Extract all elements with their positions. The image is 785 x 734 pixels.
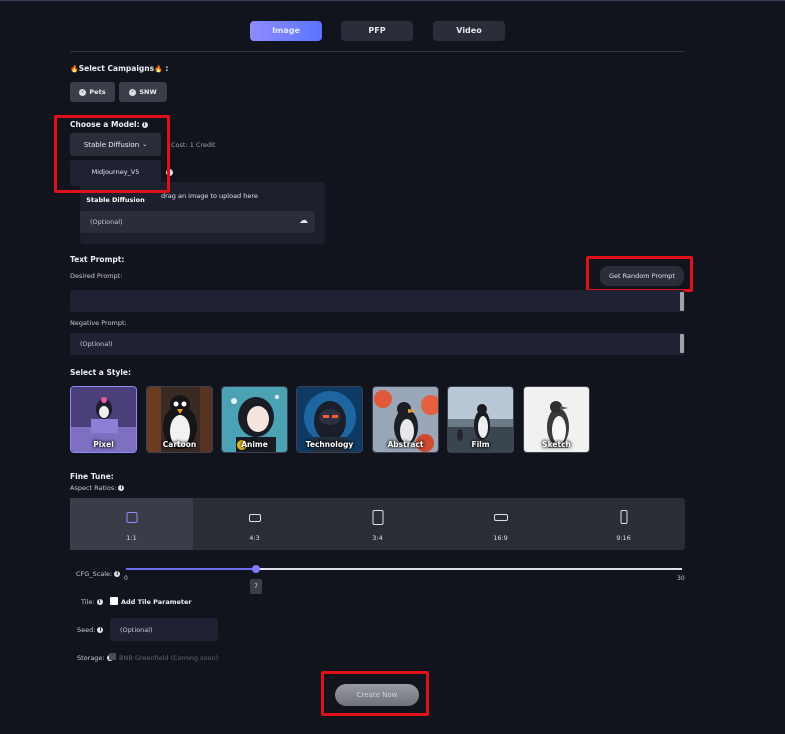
campaign-chip-pets[interactable]: ✓ Pets (70, 82, 115, 102)
cfg-value-tooltip: 7 (250, 579, 262, 594)
desired-prompt-input[interactable] (70, 290, 685, 312)
model-cost: Cost: 1 Credit (171, 141, 216, 149)
square-icon (126, 512, 137, 523)
style-card-sketch[interactable]: Sketch (523, 386, 590, 453)
highlight-random-box (586, 256, 693, 292)
seed-input[interactable]: (Optional) (110, 618, 218, 641)
tile-option-label: Add Tile Parameter (121, 598, 192, 606)
aspect-ratio-4-3[interactable]: 4:3 (193, 498, 316, 550)
tile-label: Tile: i (81, 598, 103, 606)
style-card-abstract[interactable]: Abstract (372, 386, 439, 453)
upload-hint: drag an image to upload here (161, 192, 258, 200)
highlight-model-box (54, 115, 170, 193)
aspect-ratio-selector: 1:1 4:3 3:4 16:9 9:16 (70, 498, 685, 550)
tab-pfp[interactable]: PFP (341, 21, 413, 41)
top-border (0, 0, 785, 1)
style-card-anime[interactable]: Anime (221, 386, 288, 453)
aspect-ratio-16-9[interactable]: 16:9 (439, 498, 562, 550)
text-prompt-label: Text Prompt: (70, 255, 125, 264)
scrollbar[interactable] (680, 292, 684, 311)
check-icon: ✓ (129, 88, 137, 96)
tab-video[interactable]: Video (433, 21, 505, 41)
aspect-ratio-label: Aspect Ratios: i (70, 484, 125, 492)
negative-prompt-label: Negative Prompt: (70, 319, 127, 327)
storage-checkbox (109, 653, 116, 660)
fire-icon: 🔥 (70, 65, 79, 73)
style-card-technology[interactable]: Technology (296, 386, 363, 453)
aspect-ratio-3-4[interactable]: 3:4 (316, 498, 439, 550)
campaigns-label: 🔥Select Campaigns🔥 : (70, 64, 169, 73)
tab-image[interactable]: Image (250, 21, 322, 41)
cfg-min: 0 (124, 575, 128, 582)
cloud-upload-icon: ☁ (299, 216, 308, 226)
divider (70, 51, 685, 52)
cfg-slider-fill (126, 568, 256, 570)
tall-icon (620, 510, 627, 524)
scrollbar[interactable] (680, 334, 684, 353)
desired-prompt-label: Desired Prompt: (70, 272, 123, 280)
cfg-max: 30 (677, 575, 685, 582)
fire-icon: 🔥 (154, 65, 163, 73)
style-label: Select a Style: (70, 368, 131, 377)
portrait-icon (372, 510, 383, 525)
model-option-stable-diffusion[interactable]: Stable Diffusion (70, 196, 161, 204)
seed-label: Seed: i (77, 626, 104, 634)
storage-label: Storage:i (77, 654, 113, 662)
negative-prompt-input[interactable]: (Optional) (70, 333, 685, 355)
aspect-ratio-9-16[interactable]: 9:16 (562, 498, 685, 550)
fine-tune-label: Fine Tune: (70, 472, 114, 481)
storage-option-label: BNB Greenfield (Coming soon) (119, 654, 219, 662)
info-icon: i (97, 627, 104, 633)
cfg-slider-handle[interactable] (252, 565, 260, 573)
cfg-scale-label: CFG_Scale: i (76, 570, 121, 578)
info-icon: i (114, 571, 121, 577)
check-icon: ✓ (79, 88, 87, 96)
highlight-create-box (321, 671, 429, 716)
style-card-film[interactable]: Film (447, 386, 514, 453)
campaign-chip-snw[interactable]: ✓ SNW (119, 82, 167, 102)
wide-icon (493, 514, 508, 521)
info-icon: i (96, 599, 103, 605)
upload-input[interactable]: (Optional) ☁ (80, 211, 315, 233)
tile-checkbox[interactable] (110, 597, 118, 605)
style-card-cartoon[interactable]: Cartoon (146, 386, 213, 453)
info-icon: i (118, 485, 125, 491)
style-card-pixel[interactable]: Pixel (70, 386, 137, 453)
aspect-ratio-1-1[interactable]: 1:1 (70, 498, 193, 550)
landscape-icon (248, 514, 261, 522)
